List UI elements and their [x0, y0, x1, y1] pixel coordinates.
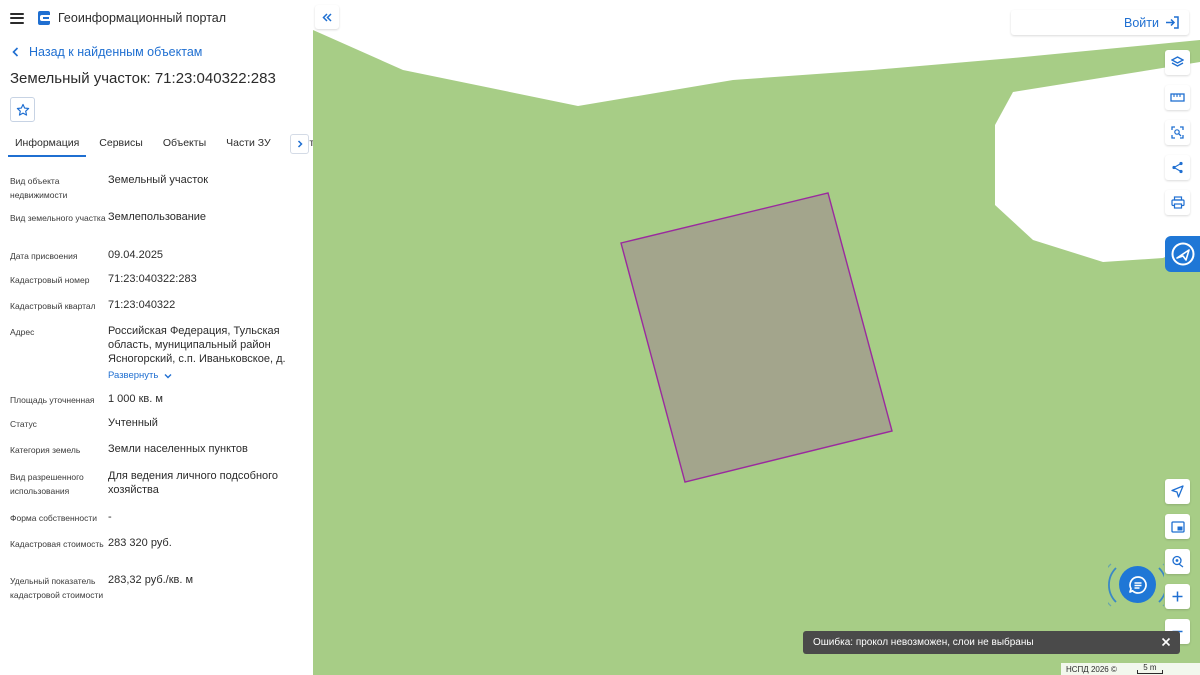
scale-bar: 5 m: [1136, 663, 1163, 674]
land-parcel[interactable]: [620, 192, 893, 483]
map-attribution: НСПД 2026 © 5 m: [1061, 663, 1200, 675]
prop-label: Форма собственности: [10, 513, 97, 523]
layers-button[interactable]: [1165, 50, 1190, 75]
prop-label: Вид объекта недвижимости: [10, 176, 68, 200]
prop-label: Дата присвоения: [10, 251, 78, 261]
prop-value: 1 000 кв. м: [108, 393, 163, 405]
prop-label: Удельный показатель кадастровой стоимост…: [10, 576, 104, 600]
prop-row: Кадастровая стоимость 283 320 руб.: [10, 536, 305, 551]
prop-row: Дата присвоения 09.04.2025: [10, 248, 305, 263]
chat-bubble-icon: [1128, 575, 1147, 594]
prop-value: 283 320 руб.: [108, 537, 172, 549]
attribution-text: НСПД 2026 ©: [1066, 664, 1117, 674]
support-widget-button[interactable]: [1165, 236, 1200, 272]
tab-parts[interactable]: Части ЗУ: [219, 131, 278, 157]
chat-widget: [1108, 562, 1164, 608]
minimap-button[interactable]: [1165, 514, 1190, 539]
panel-header: Геоинформационный портал: [0, 0, 313, 36]
prop-label: Статус: [10, 419, 37, 429]
prop-label: Вид разрешенного использования: [10, 472, 84, 496]
close-icon[interactable]: [1160, 636, 1172, 648]
expand-address-link[interactable]: Развернуть: [108, 369, 172, 383]
prop-row-address: Адрес Российская Федерация, Тульская обл…: [10, 324, 305, 383]
prop-label: Кадастровый квартал: [10, 301, 96, 311]
support-chat-icon: [1171, 242, 1194, 266]
prop-label: Кадастровая стоимость: [10, 539, 104, 549]
prop-row: Кадастровый номер 71:23:040322:283: [10, 272, 305, 287]
login-button[interactable]: Войти: [1011, 10, 1189, 35]
star-icon: [16, 103, 29, 116]
printer-icon: [1170, 196, 1185, 209]
error-toast: Ошибка: прокол невозможен, слои не выбра…: [803, 631, 1180, 654]
prop-label: Площадь уточненная: [10, 395, 95, 405]
prop-value-address: Российская Федерация, Тульская область, …: [108, 325, 286, 365]
login-icon: [1166, 16, 1179, 29]
tab-info[interactable]: Информация: [8, 131, 87, 157]
back-to-results-link[interactable]: Назад к найденным объектам: [0, 37, 313, 67]
menu-icon[interactable]: [10, 12, 24, 24]
share-icon: [1172, 161, 1183, 174]
prop-value: Для ведения личного подсобного хозяйства: [108, 470, 279, 496]
tab-objects[interactable]: Объекты: [156, 131, 213, 157]
prop-value: 283,32 руб./кв. м: [108, 574, 194, 586]
prop-value: 71:23:040322: [108, 299, 176, 311]
prop-row: Удельный показатель кадастровой стоимост…: [10, 573, 305, 602]
geolocate-button[interactable]: [1165, 549, 1190, 574]
login-label: Войти: [1124, 15, 1159, 30]
prop-value: 09.04.2025: [108, 249, 164, 261]
share-button[interactable]: [1165, 155, 1190, 180]
prop-value: Учтенный: [108, 417, 158, 429]
location-pin-icon: [1172, 555, 1184, 568]
ruler-icon: [1170, 93, 1185, 102]
prop-row: Форма собственности -: [10, 510, 305, 525]
prop-label: Вид земельного участка: [10, 213, 106, 223]
prop-value: 71:23:040322:283: [108, 273, 197, 285]
double-chevron-left-icon: [322, 12, 332, 22]
portal-logo-icon: [38, 11, 50, 25]
prop-value: Земли населенных пунктов: [108, 443, 248, 455]
minimap-icon: [1170, 520, 1185, 533]
prop-row: Площадь уточненная 1 000 кв. м: [10, 392, 305, 407]
prop-value: Землепользование: [108, 211, 207, 223]
prop-row: Кадастровый квартал 71:23:040322: [10, 298, 305, 313]
map-view[interactable]: Войти Ошибка: прокол невозможен, слои не…: [313, 0, 1200, 675]
ruler-button[interactable]: [1165, 85, 1190, 110]
favorite-button[interactable]: [10, 97, 35, 122]
tabs-scroll-right-button[interactable]: [290, 134, 309, 154]
layers-icon: [1171, 56, 1184, 67]
expand-label: Развернуть: [108, 370, 159, 381]
scale-label: 5 m: [1143, 663, 1157, 672]
chevron-left-icon: [12, 47, 19, 57]
zoom-in-button[interactable]: [1165, 584, 1190, 609]
prop-row: Вид разрешенного использования Для веден…: [10, 469, 305, 498]
prop-label: Адрес: [10, 327, 35, 337]
map-basemap: [313, 0, 1200, 483]
prop-label: Кадастровый номер: [10, 275, 90, 285]
prop-label: Категория земель: [10, 445, 81, 455]
prop-value: Земельный участок: [108, 174, 209, 186]
toast-message: Ошибка: прокол невозможен, слои не выбра…: [813, 637, 1034, 648]
prop-value: -: [108, 511, 112, 523]
prop-row: Статус Учтенный: [10, 416, 305, 431]
collapse-panel-button[interactable]: [315, 5, 339, 29]
info-panel: Геоинформационный портал Назад к найденн…: [0, 0, 313, 675]
select-area-icon: [1171, 126, 1184, 139]
navigation-arrow-icon: [1171, 485, 1184, 498]
portal-title: Геоинформационный портал: [58, 11, 227, 25]
print-button[interactable]: [1165, 190, 1190, 215]
chat-button[interactable]: [1119, 566, 1156, 603]
chevron-down-icon: [164, 374, 172, 379]
prop-row: Вид объекта недвижимости Земельный участ…: [10, 173, 305, 202]
my-location-button[interactable]: [1165, 479, 1190, 504]
object-tabs: Информация Сервисы Объекты Части ЗУ Сост…: [0, 131, 313, 157]
tab-services[interactable]: Сервисы: [92, 131, 150, 157]
back-link-label: Назад к найденным объектам: [29, 45, 203, 59]
object-title: Земельный участок: 71:23:040322:283: [10, 70, 276, 87]
plus-icon: [1172, 591, 1183, 602]
prop-row: Вид земельного участка Землепользование: [10, 210, 305, 225]
area-select-button[interactable]: [1165, 120, 1190, 145]
chevron-right-icon: [297, 140, 303, 148]
prop-row: Категория земель Земли населенных пункто…: [10, 442, 305, 457]
